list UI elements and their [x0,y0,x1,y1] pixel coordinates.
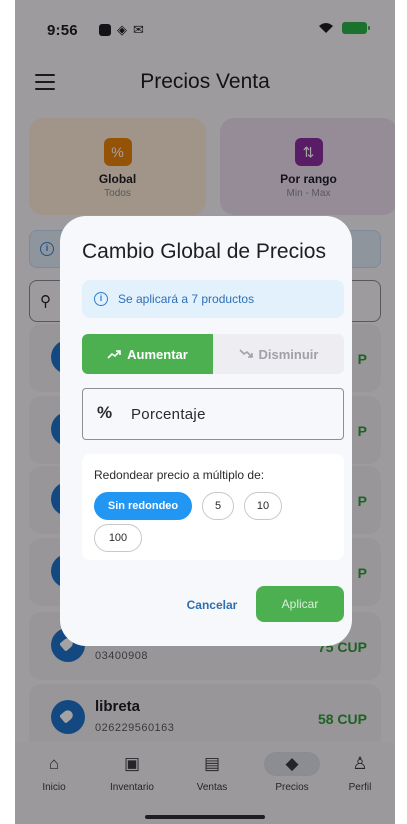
percentage-field[interactable]: % [82,388,344,440]
increase-label: Aumentar [127,346,188,362]
phone-screen: 9:56 ◈ ✉ Precios Venta % Global Todos ⇅ … [15,0,395,824]
cancel-button[interactable]: Cancelar [178,588,246,622]
affected-products-notice: i Se aplicará a 7 productos [82,280,344,318]
trending-up-icon [107,350,121,359]
direction-toggle: Aumentar Disminuir [82,334,344,374]
dialog-title: Cambio Global de Precios [82,240,326,263]
decrease-button[interactable]: Disminuir [213,334,344,374]
rounding-panel: Redondear precio a múltiplo de: Sin redo… [82,454,344,560]
apply-button[interactable]: Aplicar [256,586,344,622]
percentage-input[interactable] [131,401,331,427]
notice-text: Se aplicará a 7 productos [118,292,255,306]
price-change-dialog: Cambio Global de Precios i Se aplicará a… [60,216,352,646]
decrease-label: Disminuir [258,346,319,362]
home-indicator [145,815,265,819]
rounding-label: Redondear precio a múltiplo de: [94,468,265,482]
rounding-chip-100[interactable]: 100 [94,524,142,552]
info-icon: i [94,292,108,306]
percent-icon: % [97,403,113,422]
increase-button[interactable]: Aumentar [82,334,213,374]
rounding-chip-none[interactable]: Sin redondeo [94,492,192,520]
rounding-chip-5[interactable]: 5 [202,492,234,520]
rounding-chip-10[interactable]: 10 [244,492,282,520]
trending-down-icon [238,349,253,358]
